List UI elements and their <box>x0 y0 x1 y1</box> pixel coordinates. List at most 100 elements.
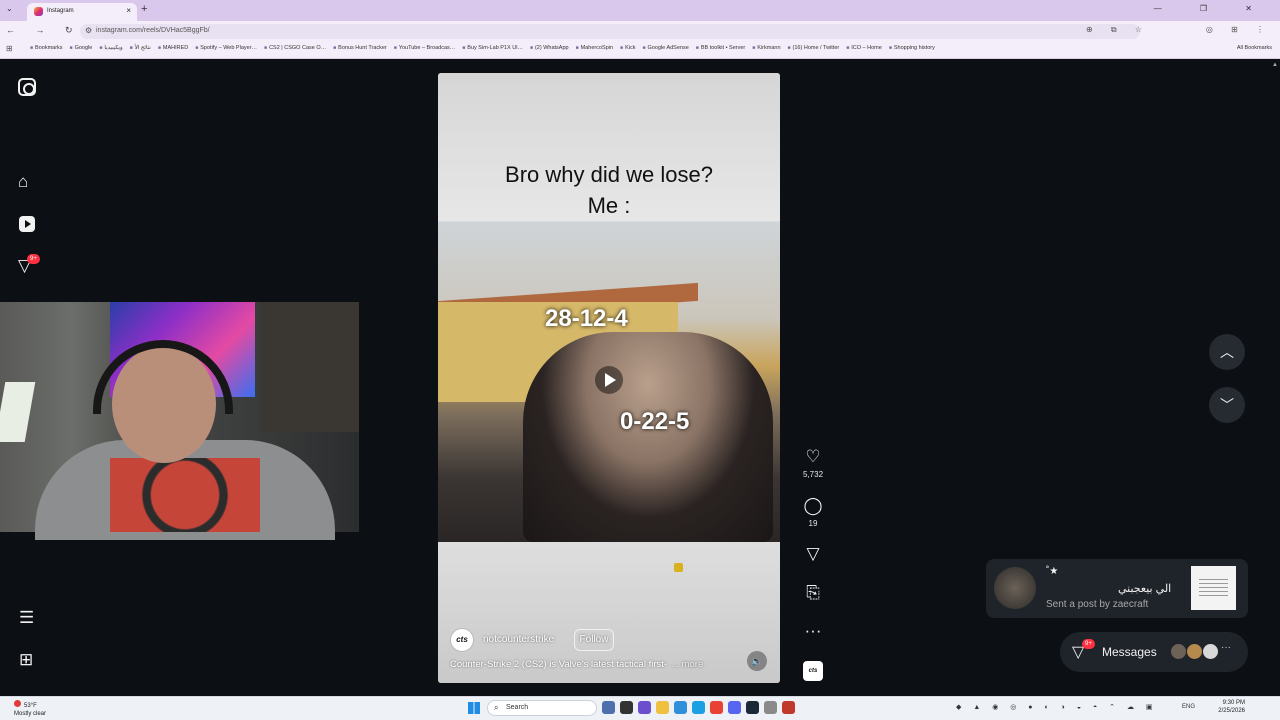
tab-close-icon[interactable]: × <box>126 6 131 15</box>
taskbar-app-icon[interactable] <box>638 701 651 714</box>
more-link[interactable]: ... more <box>671 659 703 670</box>
next-reel-button[interactable]: ﹀ <box>1209 387 1245 423</box>
webcam-background-shelf <box>260 302 359 432</box>
taskbar-app-icon[interactable] <box>620 701 633 714</box>
share-action[interactable]: ▽ <box>803 545 823 563</box>
chrome-icon[interactable] <box>710 701 723 714</box>
windows-start-icon[interactable] <box>468 702 480 714</box>
url-bar-icons[interactable]: ⊕ ⧉ ☆ <box>1086 25 1150 35</box>
comment-count: 19 <box>808 519 818 528</box>
webcam-background-light <box>0 382 36 442</box>
also-from-meta-icon[interactable]: ⊞ <box>19 650 33 670</box>
tab-title: Instagram <box>47 8 74 14</box>
messages-more-icon: ··· <box>1221 642 1231 653</box>
bookmark-item[interactable]: Bookmarks <box>30 45 63 51</box>
taskbar-search[interactable]: ⌕ Search <box>487 700 597 716</box>
bookmark-icon[interactable]: ⎘ <box>803 584 823 602</box>
bookmark-item[interactable]: Bonus Hunt Tracker <box>333 45 387 51</box>
browser-tab-instagram[interactable]: Instagram × <box>27 3 137 21</box>
comment-icon[interactable]: ◯ <box>803 497 823 515</box>
language-indicator[interactable]: ENG <box>1182 704 1195 710</box>
like-count: 5,732 <box>803 470 824 479</box>
reels-icon[interactable] <box>19 216 35 232</box>
window-controls[interactable]: — ❐ ✕ <box>1154 4 1270 13</box>
discord-icon[interactable] <box>728 701 741 714</box>
taskbar-clock[interactable]: 9:30 PM 2/25/2026 <box>1200 699 1245 715</box>
more-options-icon[interactable]: ··· <box>803 622 823 640</box>
bookmark-item[interactable]: Google <box>70 45 93 51</box>
reel-video-frame[interactable]: 28-12-4 0-22-5 <box>438 222 780 542</box>
comment-action[interactable]: ◯ 19 <box>803 497 823 529</box>
settings-icon[interactable] <box>764 701 777 714</box>
webcam-person-shirt <box>110 458 260 532</box>
bookmark-item[interactable]: BB toolkit • Server <box>696 45 745 51</box>
all-bookmarks-button[interactable]: All Bookmarks <box>1237 45 1272 51</box>
menu-icon[interactable]: ☰ <box>19 608 34 628</box>
bookmark-item[interactable]: Shopping history <box>889 45 935 51</box>
video-person <box>523 332 773 542</box>
notification-badge: 9+ <box>27 254 40 264</box>
scrollbar-up-arrow[interactable]: ▲ <box>1272 62 1278 74</box>
bookmark-item[interactable]: (2) WhatsApp <box>530 45 569 51</box>
previous-reel-button[interactable]: ︿ <box>1209 334 1245 370</box>
bookmark-item[interactable]: MahercoSpin <box>576 45 613 51</box>
taskbar-app-icon[interactable] <box>782 701 795 714</box>
reel-caption-line2: Me : <box>587 193 631 218</box>
follow-button[interactable]: Follow <box>574 629 614 651</box>
weather-desc: Mostly clear <box>14 711 47 717</box>
bookmark-item[interactable]: MAHIRED <box>158 45 188 51</box>
taskbar-search-placeholder: Search <box>506 704 529 711</box>
reel-player[interactable]: Bro why did we lose? Me : 28-12-4 0-22-5… <box>438 73 780 683</box>
reel-caption-line1: Bro why did we lose? <box>505 162 713 187</box>
bookmark-item[interactable]: Spotify – Web Player… <box>195 45 257 51</box>
save-action[interactable]: ⎘ <box>803 584 823 602</box>
taskbar-app-icon[interactable] <box>674 701 687 714</box>
reel-caption-text: Bro why did we lose? Me : <box>438 159 780 221</box>
audio-thumbnail[interactable]: cts <box>803 661 823 681</box>
author-avatar[interactable]: cts <box>450 628 474 652</box>
reel-description[interactable]: Counter-Strike 2 (CS2) is Valve's latest… <box>450 659 703 670</box>
bookmark-item[interactable]: Kirkmann <box>752 45 780 51</box>
toast-subtitle: Sent a post by zaecraft <box>1046 599 1149 610</box>
weather-widget[interactable]: 53°F Mostly clear <box>14 700 46 718</box>
taskbar-app-icon[interactable] <box>602 701 615 714</box>
bookmark-item[interactable]: CS2 | CSGO Case O… <box>264 45 326 51</box>
clock-date: 2/25/2026 <box>1218 708 1245 714</box>
share-icon[interactable]: ▽ <box>803 545 823 563</box>
reel-description-text: Counter-Strike 2 (CS2) is Valve's latest… <box>450 659 668 670</box>
site-info-icon[interactable]: ⚙ <box>85 26 92 35</box>
steam-icon[interactable] <box>746 701 759 714</box>
file-explorer-icon[interactable] <box>656 701 669 714</box>
edge-icon[interactable] <box>692 701 705 714</box>
bookmark-item[interactable]: نتائج الأ <box>130 45 151 51</box>
bookmark-item[interactable]: ويكيبيديا <box>99 45 122 51</box>
tab-search-button[interactable]: ⌄ <box>6 4 13 13</box>
messages-avatar <box>1186 643 1203 660</box>
mute-icon[interactable]: 🔈 <box>747 651 767 671</box>
play-icon[interactable] <box>595 366 623 394</box>
extension-icons[interactable]: ◎ ⊞ ⋮ <box>1206 25 1272 34</box>
bookmark-item[interactable]: Kick <box>620 45 635 51</box>
bookmark-item[interactable]: Google AdSense <box>642 45 689 51</box>
bookmark-item[interactable]: (16) Home / Twitter <box>788 45 840 51</box>
author-username[interactable]: notcounterstrike <box>483 634 554 645</box>
bookmark-item[interactable]: ICO – Home <box>846 45 882 51</box>
toast-sender-name: ˚★ <box>1046 566 1059 577</box>
system-tray[interactable]: ◆ ▲ ◉ ◎ ● ◐ ◑ ◒ ◓ ⌃ ☁ ▣ <box>956 703 1158 711</box>
apps-icon[interactable]: ⊞ <box>6 44 13 53</box>
new-tab-button[interactable]: + <box>141 3 147 15</box>
home-icon[interactable]: ⌂ <box>18 172 28 192</box>
heart-icon[interactable]: ♡ <box>803 448 823 466</box>
score-top: 28-12-4 <box>545 305 628 332</box>
url-bar[interactable]: ⚙ instagram.com/reels/DVHac5BggFb/ <box>80 24 1140 39</box>
bookmark-item[interactable]: Buy Sim-Lab P1X Ul… <box>462 45 523 51</box>
score-bottom: 0-22-5 <box>620 408 690 435</box>
bookmark-item[interactable]: YouTube – Broadcas… <box>394 45 455 51</box>
chevron-up-icon: ︿ <box>1220 344 1234 360</box>
instagram-logo-icon[interactable] <box>18 78 36 96</box>
like-action[interactable]: ♡ 5,732 <box>803 448 824 480</box>
browser-tab-strip <box>0 0 1280 21</box>
weather-icon <box>14 700 21 707</box>
toast-message: الي بيعجبني <box>1118 583 1172 595</box>
more-options[interactable]: ··· <box>803 622 823 640</box>
